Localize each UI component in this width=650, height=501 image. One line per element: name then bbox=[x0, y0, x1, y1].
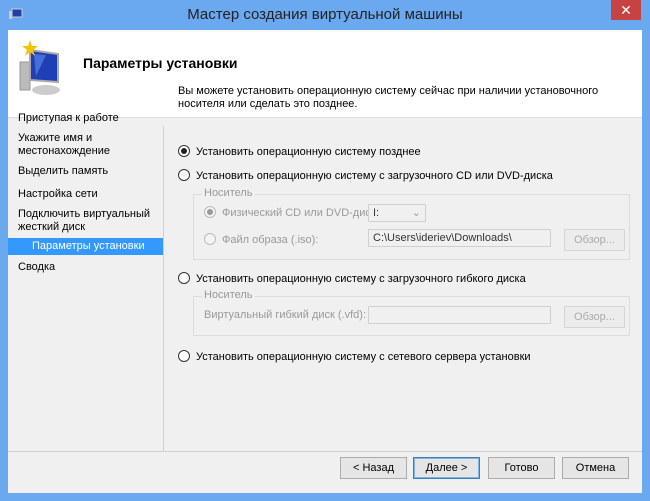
option-install-network[interactable]: Установить операционную систему с сетево… bbox=[178, 350, 531, 363]
divider bbox=[163, 126, 164, 451]
group-label: Носитель bbox=[202, 187, 255, 199]
nav-step-summary[interactable]: Сводка bbox=[8, 259, 163, 276]
close-button[interactable]: ✕ bbox=[611, 0, 641, 20]
nav-step-vhd[interactable]: Подключить виртуальный жесткий диск bbox=[8, 206, 163, 236]
radio-install-network[interactable] bbox=[178, 350, 190, 362]
drive-value: I: bbox=[373, 207, 380, 219]
drive-select[interactable]: I: ⌄ bbox=[368, 204, 426, 222]
group-label: Носитель bbox=[202, 289, 255, 301]
option-install-later[interactable]: Установить операционную систему позднее bbox=[178, 145, 421, 158]
iso-path-input[interactable]: C:\Users\ideriev\Downloads\ bbox=[368, 229, 551, 247]
option-iso-file[interactable]: Файл образа (.iso): bbox=[204, 233, 318, 246]
option-install-floppy[interactable]: Установить операционную систему с загруз… bbox=[178, 272, 526, 285]
radio-install-floppy[interactable] bbox=[178, 272, 190, 284]
browse-vfd-button[interactable]: Обзор... bbox=[564, 306, 625, 328]
option-label: Установить операционную систему с загруз… bbox=[196, 273, 526, 285]
option-label: Установить операционную систему позднее bbox=[196, 146, 421, 158]
cancel-button[interactable]: Отмена bbox=[562, 457, 629, 479]
window-title: Мастер создания виртуальной машины bbox=[187, 6, 463, 23]
intro-text: Вы можете установить операционную систем… bbox=[178, 85, 599, 110]
nav-step-install-options[interactable]: Параметры установки bbox=[8, 238, 163, 255]
radio-install-later[interactable] bbox=[178, 145, 190, 157]
option-physical-cd[interactable]: Физический CD или DVD-диск: bbox=[204, 206, 379, 219]
next-button[interactable]: Далее > bbox=[413, 457, 480, 479]
title-bar: Мастер создания виртуальной машины ✕ bbox=[0, 0, 650, 30]
radio-install-cd[interactable] bbox=[178, 169, 190, 181]
nav-step-memory[interactable]: Выделить память bbox=[8, 163, 163, 180]
option-label: Файл образа (.iso): bbox=[222, 234, 319, 246]
floppy-media-group: Носитель Виртуальный гибкий диск (.vfd):… bbox=[193, 289, 630, 336]
nav-step-network[interactable]: Настройка сети bbox=[8, 186, 163, 203]
option-install-cd[interactable]: Установить операционную систему с загруз… bbox=[178, 169, 553, 182]
back-button[interactable]: < Назад bbox=[340, 457, 407, 479]
finish-button[interactable]: Готово bbox=[488, 457, 555, 479]
virtual-machine-icon bbox=[19, 40, 60, 95]
vfd-path-input[interactable] bbox=[368, 306, 551, 324]
option-label: Установить операционную систему с сетево… bbox=[196, 351, 531, 363]
option-label: Установить операционную систему с загруз… bbox=[196, 170, 553, 182]
chevron-down-icon: ⌄ bbox=[411, 207, 421, 219]
floppy-label: Виртуальный гибкий диск (.vfd): bbox=[204, 309, 367, 321]
cd-media-group: Носитель Физический CD или DVD-диск: I: ⌄… bbox=[193, 187, 630, 260]
wizard-window: Мастер создания виртуальной машины ✕ Пар… bbox=[0, 0, 650, 501]
option-label: Физический CD или DVD-диск: bbox=[222, 207, 379, 219]
page-title: Параметры установки bbox=[83, 55, 238, 71]
nav-step-name-location[interactable]: Укажите имя и местонахождение bbox=[8, 130, 163, 160]
radio-physical-cd[interactable] bbox=[204, 206, 216, 218]
nav-step-getting-started[interactable]: Приступая к работе bbox=[8, 110, 163, 127]
radio-iso-file[interactable] bbox=[204, 233, 216, 245]
browse-iso-button[interactable]: Обзор... bbox=[564, 229, 625, 251]
footer-divider bbox=[8, 451, 642, 452]
client-area: Параметры установки Приступая к работе У… bbox=[8, 30, 642, 493]
wizard-steps-nav: Приступая к работе Укажите имя и местона… bbox=[8, 110, 163, 276]
